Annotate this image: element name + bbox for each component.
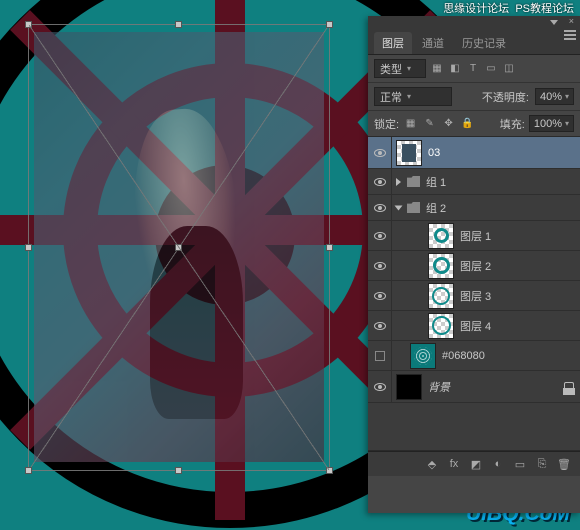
- disclosure-icon[interactable]: [395, 205, 403, 210]
- visibility-toggle[interactable]: [368, 221, 392, 250]
- layer-03[interactable]: 03: [368, 137, 580, 169]
- layer-name[interactable]: 图层 4: [460, 318, 491, 334]
- placed-image[interactable]: [34, 32, 324, 462]
- layer-thumbnail[interactable]: [396, 140, 422, 166]
- blend-mode-dropdown[interactable]: 正常▾: [374, 87, 452, 106]
- layer-name[interactable]: 图层 3: [460, 288, 491, 304]
- layer-4[interactable]: 图层 4: [368, 311, 580, 341]
- visibility-toggle[interactable]: [368, 251, 392, 280]
- fill-label: 填充:: [500, 116, 525, 132]
- layer-name[interactable]: 背景: [428, 379, 450, 395]
- panel-menu-icon[interactable]: [564, 30, 576, 40]
- lock-position-icon[interactable]: ✥: [441, 117, 456, 131]
- layer-thumbnail[interactable]: [396, 374, 422, 400]
- tab-channels[interactable]: 通道: [414, 32, 452, 54]
- visibility-toggle[interactable]: [368, 195, 392, 220]
- tab-history[interactable]: 历史记录: [454, 32, 514, 54]
- filter-kind-dropdown[interactable]: 类型▾: [374, 59, 426, 78]
- layer-name[interactable]: 03: [428, 147, 440, 159]
- layer-background[interactable]: 背景: [368, 371, 580, 403]
- layer-thumbnail[interactable]: [428, 283, 454, 309]
- layer-mask-icon[interactable]: ◩: [468, 457, 484, 471]
- visibility-toggle[interactable]: [368, 281, 392, 310]
- filter-row: 类型▾ ▦ ◧ T ▭ ◫: [368, 55, 580, 83]
- lock-row: 锁定: ▦ ✎ ✥ 🔒 填充: 100%▾: [368, 111, 580, 137]
- layers-list: 03 组 1 组 2: [368, 137, 580, 451]
- filter-icon-smart[interactable]: ◫: [502, 62, 516, 76]
- filter-icon-shape[interactable]: ▭: [484, 62, 498, 76]
- tab-layers[interactable]: 图层: [374, 32, 412, 54]
- layer-thumbnail[interactable]: [428, 313, 454, 339]
- layer-2[interactable]: 图层 2: [368, 251, 580, 281]
- layer-thumbnail[interactable]: [428, 223, 454, 249]
- visibility-toggle[interactable]: [368, 371, 392, 402]
- opacity-field[interactable]: 40%▾: [535, 88, 574, 105]
- layer-group-2[interactable]: 组 2: [368, 195, 580, 221]
- panel-footer: ⬘ fx ◩ ◐ ▭ ⎘ 🗑: [368, 451, 580, 476]
- visibility-toggle[interactable]: [368, 341, 392, 370]
- layer-name[interactable]: 组 2: [426, 200, 446, 216]
- layer-name[interactable]: #068080: [442, 350, 485, 362]
- filter-icon-adjust[interactable]: ◧: [448, 62, 462, 76]
- layer-thumbnail[interactable]: [428, 253, 454, 279]
- visibility-toggle[interactable]: [368, 137, 392, 168]
- filter-icon-image[interactable]: ▦: [430, 62, 444, 76]
- delete-layer-icon[interactable]: 🗑: [556, 457, 572, 471]
- opacity-label: 不透明度:: [482, 89, 529, 105]
- visibility-toggle[interactable]: [368, 169, 392, 194]
- visibility-toggle[interactable]: [368, 311, 392, 340]
- layer-color[interactable]: #068080: [368, 341, 580, 371]
- folder-icon: [407, 202, 420, 213]
- folder-icon: [407, 176, 420, 187]
- disclosure-icon[interactable]: [396, 178, 401, 186]
- layer-style-icon[interactable]: fx: [446, 457, 462, 471]
- layers-panel: × 图层 通道 历史记录 类型▾ ▦ ◧ T ▭ ◫ 正常▾ 不透明度: 40%…: [368, 16, 580, 513]
- layer-1[interactable]: 图层 1: [368, 221, 580, 251]
- panel-titlebar[interactable]: ×: [368, 16, 580, 28]
- adjustment-layer-icon[interactable]: ◐: [490, 457, 506, 471]
- layer-thumbnail[interactable]: [410, 343, 436, 369]
- filter-icon-text[interactable]: T: [466, 62, 480, 76]
- blend-row: 正常▾ 不透明度: 40%▾: [368, 83, 580, 111]
- layer-3[interactable]: 图层 3: [368, 281, 580, 311]
- link-layers-icon[interactable]: ⬘: [424, 457, 440, 471]
- lock-transparency-icon[interactable]: ▦: [403, 117, 418, 131]
- layer-group-1[interactable]: 组 1: [368, 169, 580, 195]
- new-group-icon[interactable]: ▭: [512, 457, 528, 471]
- lock-all-icon[interactable]: 🔒: [460, 117, 475, 131]
- panel-tabs: 图层 通道 历史记录: [368, 28, 580, 55]
- layer-name[interactable]: 图层 2: [460, 258, 491, 274]
- new-layer-icon[interactable]: ⎘: [534, 457, 550, 471]
- fill-field[interactable]: 100%▾: [529, 115, 574, 132]
- lock-pixels-icon[interactable]: ✎: [422, 117, 437, 131]
- layer-name[interactable]: 图层 1: [460, 228, 491, 244]
- layer-name[interactable]: 组 1: [426, 174, 446, 190]
- lock-label: 锁定:: [374, 116, 399, 132]
- lock-icon: [564, 382, 574, 392]
